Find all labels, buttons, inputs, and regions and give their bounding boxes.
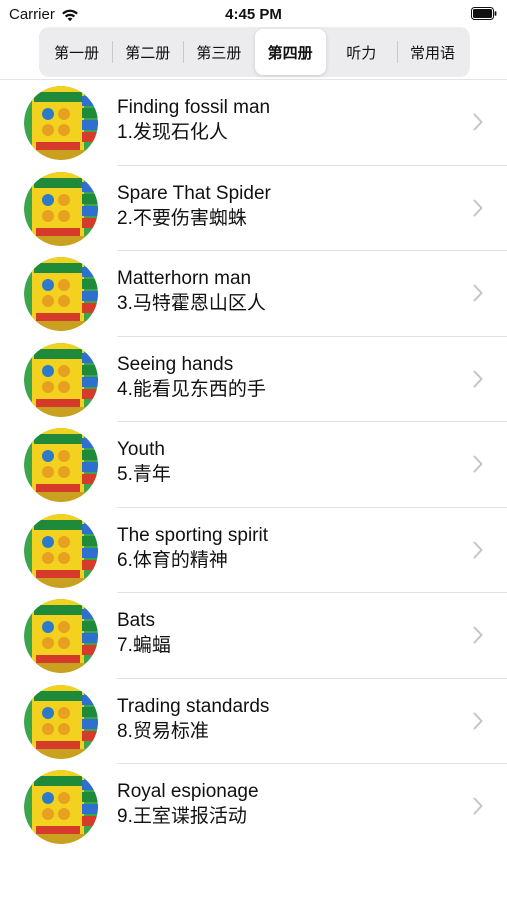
lesson-text-group: Spare That Spider 2.不要伤害蜘蛛 (117, 182, 271, 232)
lesson-row[interactable]: Seeing hands 4.能看见东西的手 (0, 337, 507, 423)
lesson-title: Youth (117, 439, 165, 460)
volume-segmented-control: 第一册 第二册 第三册 第四册 听力 常用语 (39, 27, 470, 77)
lesson-title: The sporting spirit (117, 524, 269, 546)
lesson-row[interactable]: Matterhorn man 3.马特霍恩山区人 (0, 251, 507, 337)
lesson-row[interactable]: Bats 7.蝙蝠 (0, 593, 507, 679)
chevron-right-icon (473, 455, 483, 473)
lesson-row[interactable]: Youth 5.青年 (0, 422, 507, 508)
lesson-subtitle: 9.王室谍报活动 (117, 806, 247, 827)
lesson-row[interactable]: Spare That Spider 2.不要伤害蜘蛛 (0, 166, 507, 252)
chevron-right-icon (473, 370, 483, 387)
book-cover-thumbnail (24, 770, 98, 844)
lesson-text-group: The sporting spirit 6.体育的精神 (117, 524, 268, 574)
lesson-list: Finding fossil man 1.发现石化人 Spare That Spid… (0, 80, 507, 850)
lesson-row[interactable]: Royal espionage 9.王室谍报活动 (0, 764, 507, 850)
battery-icon (471, 7, 497, 20)
segment-tab[interactable]: 第一册 (41, 29, 112, 75)
chevron-right-icon (473, 113, 483, 131)
lesson-row[interactable]: Finding fossil man 1.发现石化人 (0, 80, 507, 166)
book-cover-thumbnail (24, 342, 98, 417)
segment-tab[interactable]: 第四册 (254, 29, 326, 75)
lesson-text-group: Seeing hands 4.能看见东西的手 (117, 353, 266, 403)
book-cover-thumbnail (24, 257, 98, 331)
lesson-title: Finding fossil man (117, 97, 271, 118)
book-cover-thumbnail (24, 599, 98, 673)
lesson-text-group: Matterhorn man 3.马特霍恩山区人 (117, 267, 266, 317)
lesson-subtitle: 2.不要伤害蜘蛛 (117, 207, 247, 229)
lesson-subtitle: 8.贸易标准 (117, 720, 209, 742)
lesson-title: Trading standards (117, 695, 270, 717)
chevron-right-icon (473, 284, 483, 302)
chevron-right-icon (473, 541, 483, 558)
book-cover-thumbnail (24, 428, 98, 502)
lesson-subtitle: 6.体育的精神 (117, 549, 228, 571)
lesson-title: Matterhorn man (117, 268, 252, 289)
segment-tab[interactable]: 第三册 (183, 29, 254, 75)
lesson-subtitle: 1.发现石化人 (117, 122, 228, 143)
book-cover-thumbnail (24, 513, 98, 588)
book-cover-thumbnail (24, 86, 98, 160)
chevron-right-icon (473, 626, 483, 644)
lesson-title: Seeing hands (117, 353, 234, 375)
segment-tab[interactable]: 常用语 (396, 29, 468, 75)
lesson-text-group: Royal espionage 9.王室谍报活动 (117, 780, 259, 830)
chevron-right-icon (473, 712, 483, 729)
lesson-text-group: Youth 5.青年 (117, 438, 171, 488)
lesson-title: Royal espionage (117, 781, 259, 802)
lesson-text-group: Trading standards 8.贸易标准 (117, 695, 269, 745)
lesson-subtitle: 3.马特霍恩山区人 (117, 293, 266, 314)
segment-tab[interactable]: 听力 (326, 29, 397, 75)
lesson-title: Spare That Spider (117, 182, 271, 204)
book-cover-thumbnail (24, 684, 98, 759)
book-cover-thumbnail (24, 171, 98, 246)
lesson-text-group: Finding fossil man 1.发现石化人 (117, 96, 270, 146)
chevron-right-icon (473, 797, 483, 815)
chevron-right-icon (473, 199, 483, 216)
lesson-subtitle: 7.蝙蝠 (117, 635, 171, 656)
lesson-row[interactable]: Trading standards 8.贸易标准 (0, 679, 507, 765)
lesson-text-group: Bats 7.蝙蝠 (117, 609, 171, 659)
lesson-title: Bats (117, 610, 156, 631)
status-bar: Carrier 4:45 PM (0, 0, 507, 28)
lesson-subtitle: 5.青年 (117, 464, 171, 485)
lesson-row[interactable]: The sporting spirit 6.体育的精神 (0, 508, 507, 594)
status-time: 4:45 PM (225, 6, 282, 23)
lesson-subtitle: 4.能看见东西的手 (117, 378, 266, 400)
segment-tab[interactable]: 第二册 (112, 29, 183, 75)
